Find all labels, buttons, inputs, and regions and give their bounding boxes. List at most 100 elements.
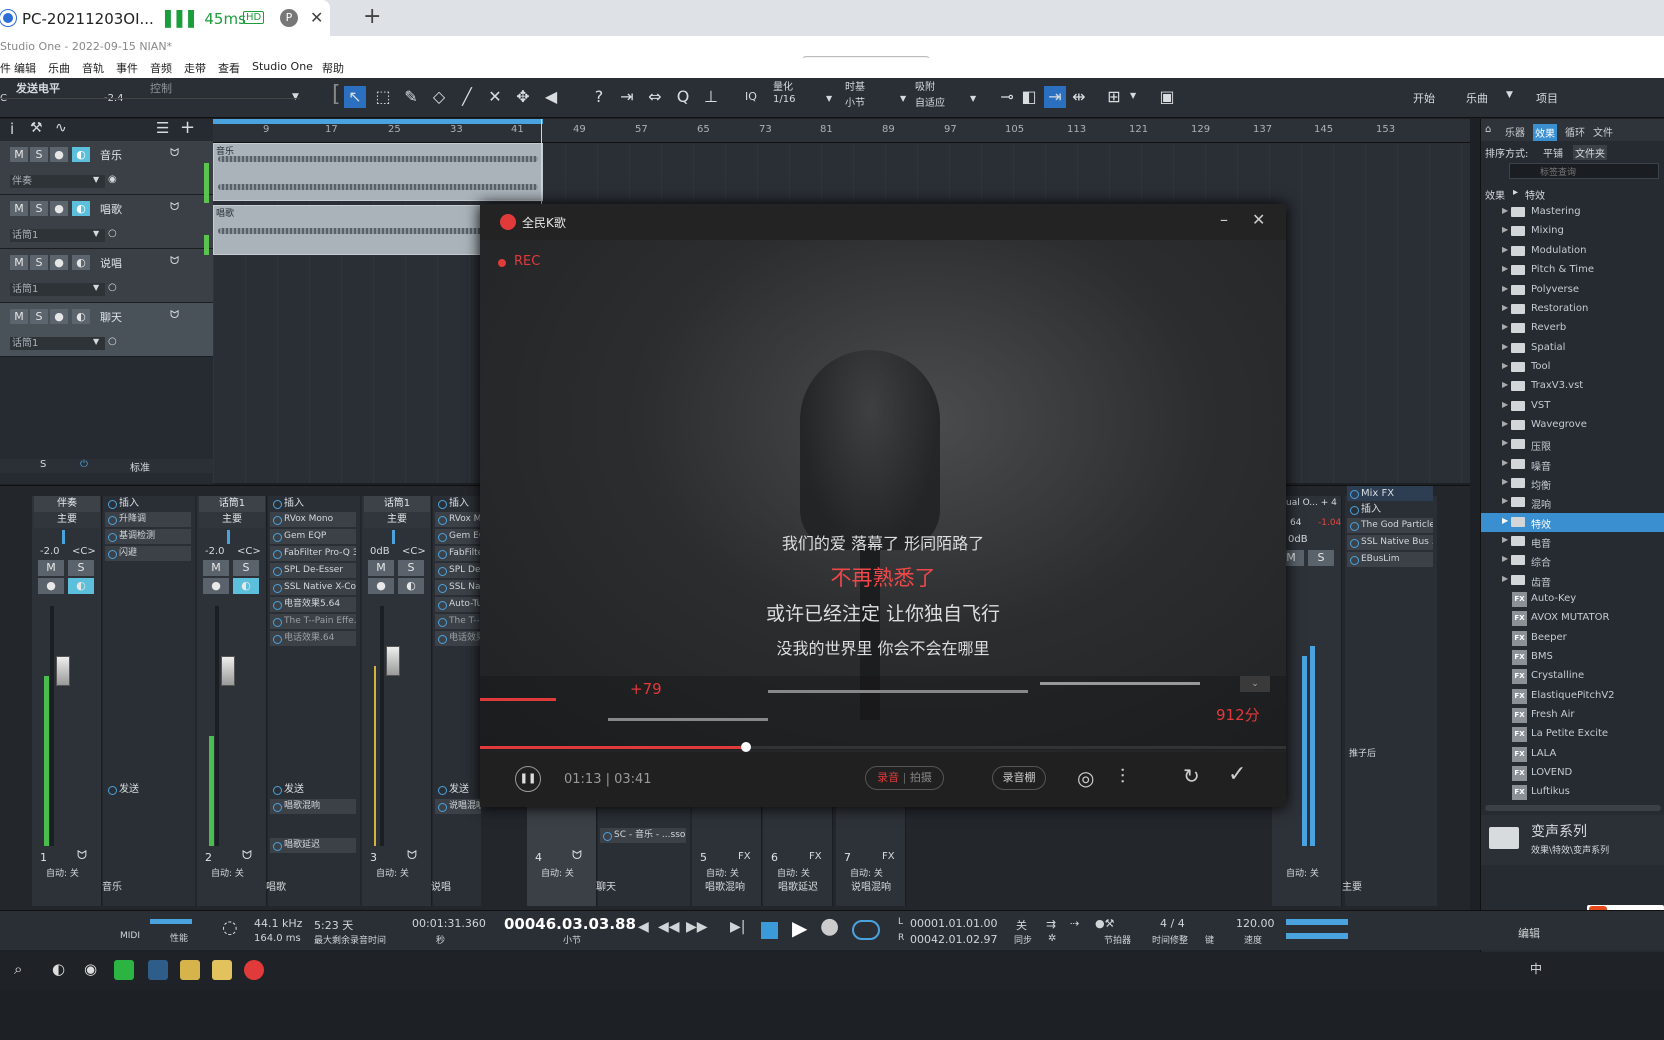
waveform-icon[interactable]: ᗢ bbox=[572, 848, 582, 863]
monitor-button[interactable]: ◐ bbox=[72, 255, 90, 270]
sync-value[interactable]: 关 bbox=[1016, 917, 1027, 933]
solo-button[interactable]: S bbox=[398, 560, 424, 576]
menu-file[interactable]: 件 bbox=[0, 60, 11, 76]
pan-value[interactable]: <C> bbox=[237, 546, 261, 557]
app-icon[interactable] bbox=[148, 960, 168, 980]
taskbar-lang[interactable]: 中 bbox=[1530, 960, 1542, 977]
monitor-button[interactable]: ◐ bbox=[233, 578, 259, 594]
insert-slot[interactable]: FabFilter Pro-Q 3 bbox=[270, 546, 356, 561]
rewind-icon[interactable]: ◀◀ bbox=[658, 919, 680, 935]
toggle-icon[interactable]: ○ bbox=[108, 282, 117, 293]
bend-tool-icon[interactable]: ✥ bbox=[512, 86, 534, 108]
forward-icon[interactable]: ▶▶ bbox=[686, 919, 708, 935]
add-track-icon[interactable]: + bbox=[180, 117, 195, 138]
folder-item[interactable]: ▶ 噪音 bbox=[1481, 455, 1664, 474]
return-zero-icon[interactable]: ◀ bbox=[638, 919, 649, 935]
metronome-icon[interactable]: ●⚒ bbox=[1095, 917, 1114, 930]
standard-label[interactable]: 标准 bbox=[130, 459, 150, 474]
insert-slot[interactable]: SSL Nat bbox=[435, 580, 481, 595]
fx-badge[interactable]: FX bbox=[809, 851, 822, 862]
insert-slot[interactable]: RVox M bbox=[435, 512, 481, 527]
wechat-icon[interactable] bbox=[114, 960, 134, 980]
folder-item[interactable]: ▶ Tool bbox=[1481, 358, 1664, 377]
volume-fader[interactable] bbox=[221, 656, 235, 686]
waveform-icon[interactable]: ᗢ bbox=[170, 146, 179, 160]
volume-value[interactable]: -2.0 bbox=[40, 546, 60, 557]
mixer-sliders-icon[interactable]: ⫶ bbox=[1120, 764, 1125, 788]
insert-slot[interactable]: 电话效果.64 bbox=[270, 631, 356, 646]
stretch-icon[interactable]: ⇔ bbox=[644, 86, 666, 108]
list-icon[interactable]: ☰ bbox=[156, 119, 169, 137]
browser-tab[interactable]: PC-20211203OI... ▌▌▌ 45ms HD P ✕ bbox=[0, 0, 330, 36]
karaoke-taskbar-icon[interactable] bbox=[244, 960, 264, 980]
track-row-chat[interactable]: M S ● ◐ 聊天 ᗢ 话筒1 ▼ ○ bbox=[0, 303, 213, 357]
tune-icon[interactable]: ◎ bbox=[1077, 766, 1094, 790]
tab-close-button[interactable]: ✕ bbox=[310, 8, 323, 27]
pan-value[interactable]: <C> bbox=[72, 546, 96, 557]
toggle-icon[interactable]: ◉ bbox=[108, 174, 117, 185]
eraser-tool-icon[interactable]: ◇ bbox=[428, 86, 450, 108]
solo-button[interactable]: S bbox=[1308, 550, 1334, 566]
plugin-item[interactable]: FX ElastiquePitchV2 bbox=[1481, 687, 1664, 706]
chevron-down-icon[interactable]: ▼ bbox=[93, 283, 99, 292]
folder-item[interactable]: ▶ Modulation bbox=[1481, 242, 1664, 261]
record-button[interactable]: ● bbox=[50, 255, 68, 270]
insert-header[interactable]: 插入 bbox=[1347, 502, 1433, 517]
insert-slot[interactable]: FabFilter bbox=[435, 546, 481, 561]
send-slot[interactable]: 说唱混响 bbox=[435, 799, 481, 814]
send-slot[interactable]: 唱歌延迟 bbox=[270, 838, 356, 853]
waveform-icon[interactable]: ᗢ bbox=[170, 308, 179, 322]
mute-button[interactable]: M bbox=[10, 147, 28, 162]
tab-loops[interactable]: 循环 bbox=[1565, 124, 1585, 139]
folder-item[interactable]: ▶ 综合 bbox=[1481, 551, 1664, 570]
folder-item[interactable]: ▶ 均衡 bbox=[1481, 474, 1664, 493]
loop-start[interactable]: 00001.01.01.00 bbox=[910, 917, 997, 930]
folder-item[interactable]: ▶ 压限 bbox=[1481, 435, 1664, 454]
track-name[interactable]: 聊天 bbox=[100, 309, 122, 325]
start-button[interactable]: 开始 bbox=[1413, 90, 1435, 106]
fx-badge[interactable]: FX bbox=[738, 851, 751, 862]
progress-knob[interactable] bbox=[740, 742, 751, 752]
pan-value[interactable]: <C> bbox=[402, 546, 426, 557]
plugin-item[interactable]: FX Luftikus bbox=[1481, 783, 1664, 802]
automation-mode[interactable]: 自动: 关 bbox=[211, 866, 244, 879]
karaoke-title-bar[interactable]: 全民K歌 – ✕ bbox=[480, 204, 1286, 240]
record-button[interactable]: ● bbox=[820, 914, 839, 939]
listen-tool-icon[interactable]: ◀ bbox=[540, 86, 562, 108]
monitor-button[interactable]: ◐ bbox=[72, 147, 90, 162]
toggle-icon[interactable]: ○ bbox=[108, 336, 117, 347]
plugin-item[interactable]: FX BMS bbox=[1481, 648, 1664, 667]
plugin-item[interactable]: FX LALA bbox=[1481, 745, 1664, 764]
help-icon[interactable]: ? bbox=[588, 86, 610, 108]
project-button[interactable]: 项目 bbox=[1536, 90, 1558, 106]
snap-value[interactable]: 自适应 bbox=[915, 94, 945, 109]
insert-slot[interactable]: Auto-Tu bbox=[435, 597, 481, 612]
quantize-value[interactable]: 1/16 bbox=[773, 94, 795, 105]
track-input-select[interactable]: 话筒1 bbox=[10, 229, 105, 242]
zoom-icon[interactable]: Q bbox=[672, 86, 694, 108]
snap-events-icon[interactable]: ◧ bbox=[1018, 86, 1040, 108]
loop-range[interactable] bbox=[213, 119, 543, 124]
record-button[interactable]: ● bbox=[50, 201, 68, 216]
plugin-item[interactable]: FX La Petite Excite bbox=[1481, 725, 1664, 744]
arrow-tool-icon[interactable]: ↖ bbox=[344, 86, 366, 108]
record-button[interactable]: ● bbox=[368, 578, 394, 594]
insert-slot[interactable]: 升降调 bbox=[105, 512, 191, 527]
insert-slot[interactable]: SSL Native Bus ... bbox=[1347, 535, 1433, 550]
breadcrumb-fx[interactable]: 特效 bbox=[1525, 187, 1545, 202]
close-button[interactable]: ✕ bbox=[1252, 210, 1265, 229]
studio-button[interactable]: 录音棚 bbox=[992, 766, 1046, 790]
dropdown-icon[interactable]: ▼ bbox=[292, 92, 299, 102]
automation-mode[interactable]: 自动: 关 bbox=[376, 866, 409, 879]
time-seconds[interactable]: 00:01:31.360 bbox=[412, 917, 486, 930]
search-icon[interactable]: ⌕ bbox=[14, 960, 34, 980]
folder-item[interactable]: ▶ 齿音 bbox=[1481, 571, 1664, 590]
collapse-icon[interactable]: ⌄ bbox=[1240, 676, 1270, 692]
time-signature[interactable]: 4 / 4 bbox=[1160, 917, 1185, 930]
menu-edit[interactable]: 编辑 bbox=[14, 60, 36, 76]
insert-slot[interactable]: EBusLim bbox=[1347, 552, 1433, 567]
mix-fx-selector[interactable]: Mix FX bbox=[1347, 486, 1433, 501]
folder-item[interactable]: ▶ Mastering bbox=[1481, 203, 1664, 222]
track-name[interactable]: 唱歌 bbox=[100, 201, 122, 217]
insert-header[interactable]: 插入 bbox=[270, 496, 356, 511]
